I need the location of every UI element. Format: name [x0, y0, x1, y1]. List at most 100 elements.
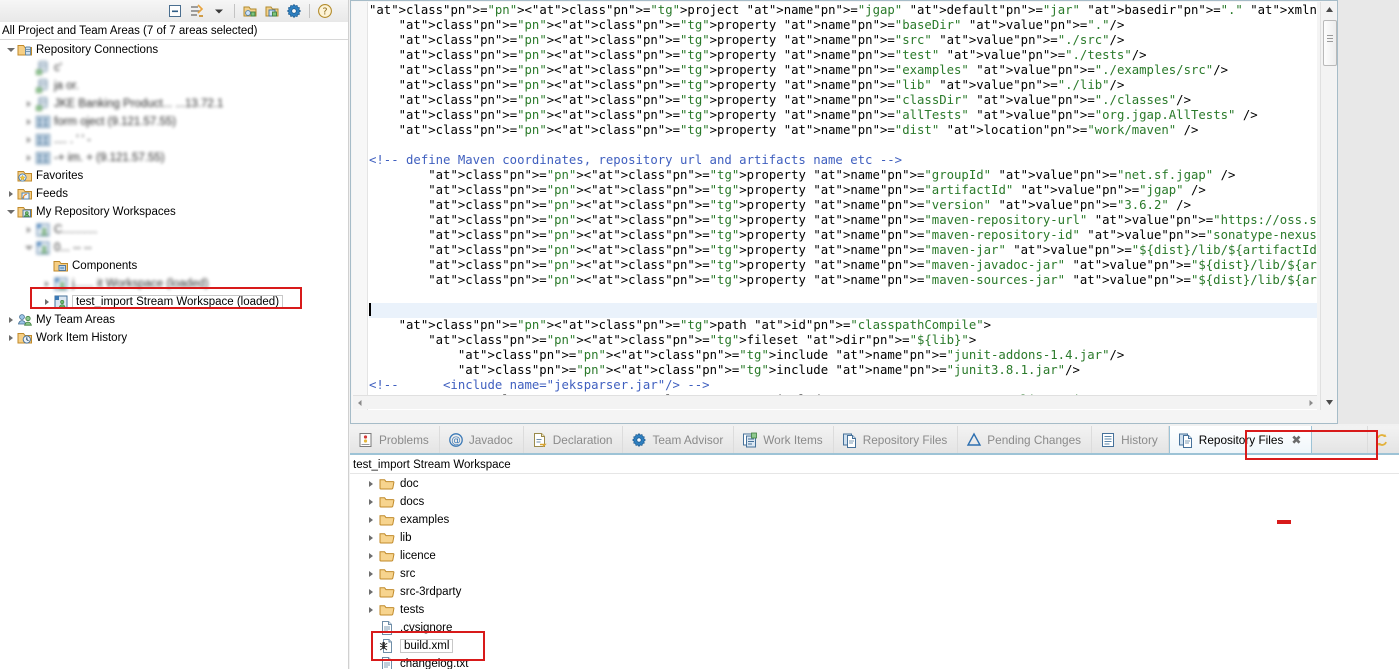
tree-item[interactable]: Repository Connections — [0, 41, 348, 59]
link-with-editor-icon[interactable] — [187, 2, 207, 20]
tab-label: Repository Files — [1198, 432, 1284, 447]
code-line-text: <!-- define Maven coordinates, repositor… — [369, 153, 903, 167]
tab-label: Work Items — [763, 432, 823, 447]
tree-item[interactable]: My Team Areas — [0, 311, 348, 329]
file-row[interactable]: changelog.txt — [350, 655, 1399, 669]
tab-history[interactable]: History — [1092, 426, 1169, 453]
editor-horizontal-scrollbar[interactable] — [353, 395, 1317, 409]
file-row[interactable]: doc — [350, 475, 1399, 493]
bottom-view-stack: Problems @ Javadoc Declaration Team Advisor W… — [350, 426, 1399, 669]
tab-team-advisor[interactable]: Team Advisor — [623, 426, 735, 453]
twisty-collapsed-icon[interactable] — [40, 278, 53, 291]
toolbar-separator-1 — [234, 4, 235, 18]
twisty-collapsed-icon[interactable] — [364, 550, 377, 563]
xml-editor[interactable]: "at">class"pn">="pn"><"at">class"pn">="t… — [352, 2, 1317, 410]
team-advisor-gear-icon — [631, 432, 647, 448]
tree-item[interactable]: C........... — [0, 221, 348, 239]
tab-declaration[interactable]: Declaration — [524, 426, 624, 453]
twisty-collapsed-icon[interactable] — [22, 134, 35, 147]
twisty-collapsed-icon[interactable] — [364, 568, 377, 581]
file-row[interactable]: src-3rdparty — [350, 583, 1399, 601]
view-menu-chevron-down-icon[interactable] — [209, 2, 229, 20]
file-row[interactable]: tests — [350, 601, 1399, 619]
file-row[interactable]: docs — [350, 493, 1399, 511]
project-area-icon — [35, 114, 51, 130]
twisty-collapsed-icon[interactable] — [4, 332, 17, 345]
editor-vertical-scrollbar[interactable] — [1320, 2, 1337, 410]
tree-item-label: test_import Stream Workspace (loaded) — [72, 295, 284, 309]
tab-javadoc[interactable]: @ Javadoc — [440, 426, 524, 453]
code-line-text: "at">class — [428, 243, 503, 257]
collapse-all-icon[interactable] — [165, 2, 185, 20]
manage-connections-icon[interactable] — [262, 2, 282, 20]
twisty-collapsed-icon[interactable] — [364, 478, 377, 491]
tab-problems[interactable]: Problems — [350, 426, 440, 453]
twisty-collapsed-icon[interactable] — [22, 224, 35, 237]
tab-pending-changes[interactable]: Pending Changes — [958, 426, 1093, 453]
view-tab-bar[interactable]: Problems @ Javadoc Declaration Team Advisor W… — [350, 426, 1399, 455]
file-icon — [379, 620, 395, 636]
team-artifacts-tree[interactable]: Repository Connections c' ja or. JKE Bankin… — [0, 41, 348, 669]
twisty-collapsed-icon[interactable] — [40, 296, 53, 309]
tab-work-items[interactable]: Work Items — [734, 426, 834, 453]
twisty-collapsed-icon[interactable] — [364, 532, 377, 545]
twisty-collapsed-icon[interactable] — [364, 514, 377, 527]
twisty-collapsed-icon[interactable] — [22, 98, 35, 111]
close-icon[interactable]: ✖ — [1291, 433, 1301, 447]
file-row[interactable]: src — [350, 565, 1399, 583]
code-line: "at">class"pn">="pn"><"at">class"pn">="t… — [369, 258, 1317, 273]
tree-item[interactable]: Work Item History — [0, 329, 348, 347]
code-line: "at">class"pn">="pn"><"at">class"pn">="t… — [369, 108, 1317, 123]
tree-item[interactable]: Favorites — [0, 167, 348, 185]
twisty-expanded-icon[interactable] — [22, 242, 35, 255]
repository-files-icon — [1178, 432, 1194, 448]
twisty-collapsed-icon[interactable] — [364, 586, 377, 599]
twisty-collapsed-icon[interactable] — [4, 314, 17, 327]
team-artifacts-toolbar: ? — [0, 0, 348, 22]
tree-item[interactable]: 0... -- -- — [0, 239, 348, 257]
file-row[interactable]: .cvsignore — [350, 619, 1399, 637]
tree-item[interactable]: -+ im. + (9.121.57.55) — [0, 149, 348, 167]
tree-twisty-spacer — [40, 260, 53, 273]
tree-item[interactable]: JKE Banking Product... ...13.72.1 — [0, 95, 348, 113]
file-icon — [379, 656, 395, 669]
right-edge-marker — [1277, 520, 1291, 524]
tree-item[interactable]: form oject (9.121.57.55) — [0, 113, 348, 131]
tab-repository-files[interactable]: Repository Files — [834, 426, 959, 453]
twisty-expanded-icon[interactable] — [4, 44, 17, 57]
twisty-collapsed-icon[interactable] — [364, 604, 377, 617]
repository-connection-icon — [35, 96, 51, 112]
file-row[interactable]: licence — [350, 547, 1399, 565]
add-repository-connection-icon[interactable] — [240, 2, 260, 20]
code-line-text: "at">class — [457, 348, 532, 362]
code-line-text: "at">class — [398, 108, 473, 122]
tree-item[interactable]: ja or. — [0, 77, 348, 95]
twisty-collapsed-icon[interactable] — [22, 152, 35, 165]
repository-files-tree[interactable]: doc docs examples lib licence src src-3rdparty… — [350, 475, 1399, 669]
tab-repository-files[interactable]: Repository Files ✖ — [1168, 426, 1313, 453]
editor-scroll-thumb[interactable] — [1323, 20, 1337, 66]
folder-icon — [379, 566, 395, 582]
tree-item[interactable]: Feeds — [0, 185, 348, 203]
file-row[interactable]: lib — [350, 529, 1399, 547]
twisty-collapsed-icon[interactable] — [4, 188, 17, 201]
tree-item[interactable]: .... . ' ' - — [0, 131, 348, 149]
tree-item[interactable]: Components — [0, 257, 348, 275]
repository-connections-folder-icon — [17, 42, 33, 58]
tree-item[interactable]: j...... it Workspace (loaded) — [0, 275, 348, 293]
editor-code-area[interactable]: "at">class"pn">="pn"><"at">class"pn">="t… — [369, 3, 1317, 410]
tree-item[interactable]: test_import Stream Workspace (loaded) — [0, 293, 348, 311]
twisty-collapsed-icon[interactable] — [22, 116, 35, 129]
twisty-expanded-icon[interactable] — [4, 206, 17, 219]
code-line: "at">class"pn">="pn"><"at">class"pn">="t… — [369, 273, 1317, 288]
file-row[interactable]: examples — [350, 511, 1399, 529]
help-icon[interactable]: ? — [315, 2, 335, 20]
refresh-repository-files-icon[interactable] — [1374, 432, 1390, 448]
preferences-gear-icon[interactable] — [284, 2, 304, 20]
tree-item[interactable]: c' — [0, 59, 348, 77]
file-row[interactable]: build.xml — [350, 637, 1399, 655]
twisty-collapsed-icon[interactable] — [364, 496, 377, 509]
project-area-filter-label[interactable]: All Project and Team Areas (7 of 7 areas… — [0, 22, 348, 40]
tree-item[interactable]: My Repository Workspaces — [0, 203, 348, 221]
tree-item-label: .... . ' ' - — [54, 134, 91, 146]
